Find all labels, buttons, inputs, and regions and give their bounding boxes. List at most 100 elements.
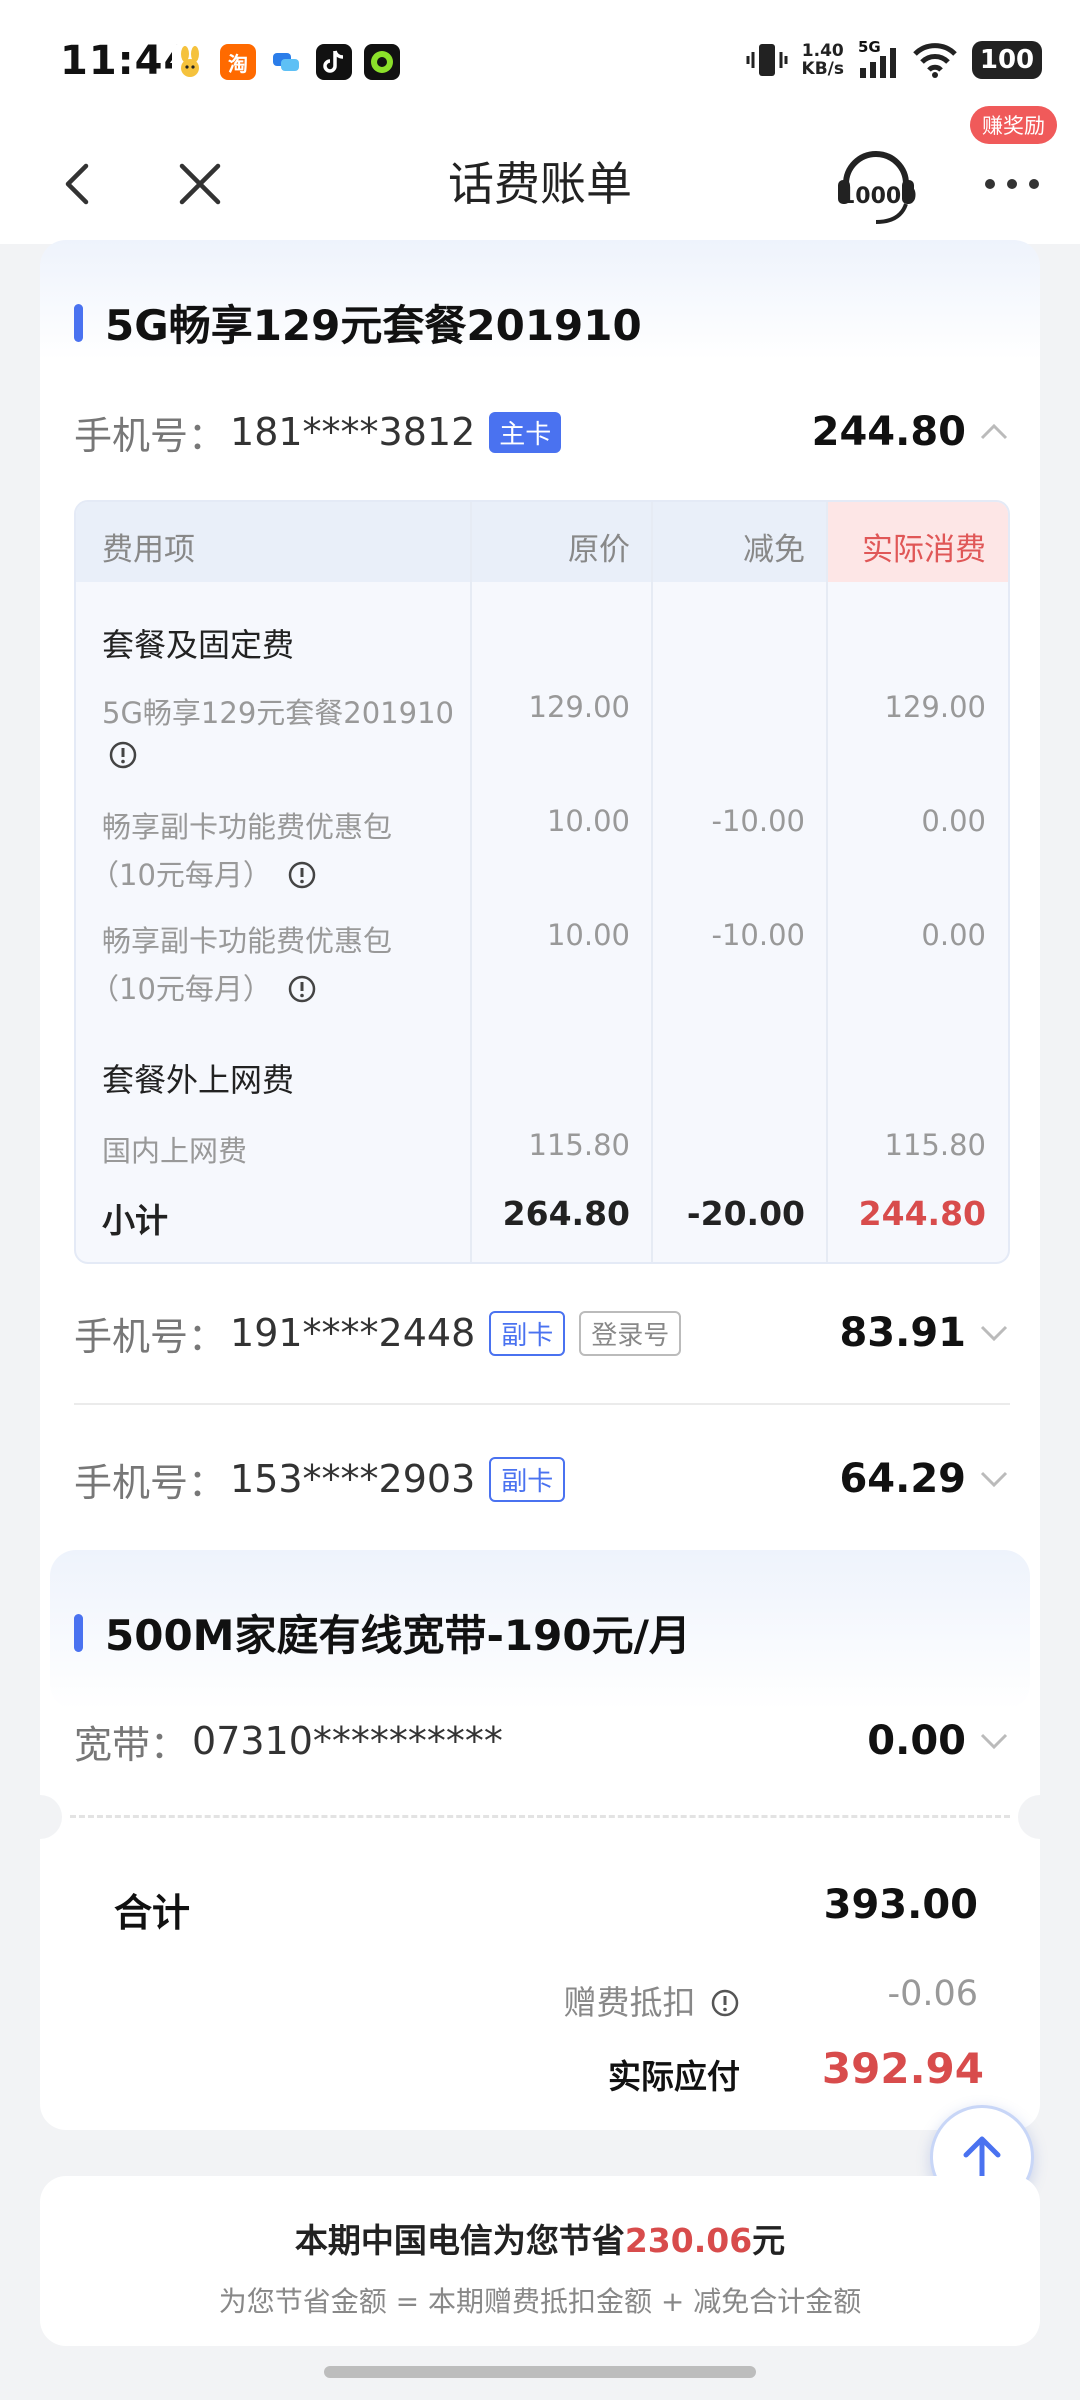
taobao-app-icon: 淘 [220, 44, 256, 80]
fee-name-line2: （10元每月） [90, 972, 272, 1006]
fee-actual: 129.00 [884, 690, 986, 724]
fee-name: 国内上网费 [102, 1134, 248, 1168]
nav-bar: 话费账单 10000 赚奖励 [0, 106, 1080, 244]
broadband-section-header: 500M家庭有线宽带-190元/月 [74, 1602, 691, 1663]
savings-suffix: 元 [752, 2221, 786, 2260]
group-label-package: 套餐及固定费 [102, 626, 295, 664]
page-title: 话费账单 [448, 157, 632, 211]
total-label: 合计 [114, 1891, 191, 1935]
broadband-account: 07310********** [192, 1719, 503, 1763]
subtotal-original: 264.80 [502, 1194, 630, 1233]
phone-amount: 83.91 [839, 1310, 966, 1356]
rabbit-app-icon [172, 44, 208, 80]
speed-value: 1.40 [801, 41, 844, 61]
fee-name: 畅享副卡功能费优惠包 [102, 810, 393, 844]
logo-number: 10000 [840, 184, 917, 209]
plan-title: 5G畅享129元套餐201910 [105, 301, 642, 350]
green-app-icon [364, 44, 400, 80]
plan-section-header: 5G畅享129元套餐201910 [74, 292, 642, 353]
phone-label: 手机号： [74, 1460, 227, 1505]
status-bar: 11:44 淘 1.40 KB/s 5G 100 [0, 0, 1080, 124]
broadband-label: 宽带： [74, 1722, 189, 1767]
ticket-notch [18, 1795, 62, 1839]
total-value: 393.00 [823, 1882, 978, 1928]
fee-name: 畅享副卡功能费优惠包 [102, 924, 393, 958]
home-indicator[interactable] [324, 2366, 756, 2378]
sub-phone-row[interactable]: 手机号： 153****2903 副卡 64.29 [74, 1444, 1010, 1514]
section-accent-bar [74, 303, 83, 342]
fee-original: 115.80 [528, 1128, 630, 1162]
group-label-internet: 套餐外上网费 [102, 1061, 295, 1099]
info-icon[interactable] [108, 740, 138, 770]
speed-unit: KB/s [801, 59, 844, 79]
ticket-notch [1018, 1795, 1062, 1839]
fee-name-line2: （10元每月） [90, 858, 272, 892]
chat-app-icon [268, 44, 304, 80]
gift-deduction-label: 赠费抵扣 [564, 1976, 741, 2024]
subtotal-label: 小计 [102, 1201, 168, 1240]
phone-label: 手机号： [74, 413, 227, 458]
amount-due-value: 392.94 [821, 2044, 984, 2093]
subtotal-actual: 244.80 [858, 1194, 986, 1233]
fee-original: 10.00 [546, 804, 630, 838]
status-right: 1.40 KB/s 5G 100 [746, 38, 1042, 80]
header-discount: 减免 [743, 532, 805, 568]
column-divider [651, 502, 653, 1262]
broadband-title: 500M家庭有线宽带-190元/月 [105, 1611, 691, 1660]
phone-number: 153****2903 [230, 1457, 476, 1501]
chevron-up-icon[interactable] [978, 416, 1010, 448]
more-dots-icon [985, 179, 1039, 189]
fee-discount: -10.00 [711, 804, 806, 838]
savings-prefix: 本期中国电信为您节省 [294, 2221, 625, 2260]
fee-name-sub: （10元每月） [90, 852, 317, 894]
header-fee-item: 费用项 [102, 532, 195, 568]
phone-label: 手机号： [74, 1314, 227, 1359]
subtotal-discount: -20.00 [686, 1194, 805, 1233]
header-actual: 实际消费 [862, 532, 986, 568]
fee-discount: -10.00 [711, 918, 806, 952]
savings-summary: 本期中国电信为您节省230.06元 [40, 2214, 1040, 2262]
savings-card: 本期中国电信为您节省230.06元 为您节省金额 = 本期赠费抵扣金额 + 减免… [40, 2176, 1040, 2346]
section-accent-bar [74, 1613, 83, 1652]
chevron-down-icon[interactable] [978, 1725, 1010, 1757]
broadband-amount: 0.00 [867, 1718, 966, 1764]
sub-phone-row[interactable]: 手机号： 191****2448 副卡 登录号 83.91 [74, 1298, 1010, 1368]
header-original: 原价 [568, 532, 630, 568]
phone-amount: 244.80 [811, 409, 966, 455]
main-phone-row[interactable]: 手机号： 181****3812 主卡 244.80 [74, 397, 1010, 467]
chevron-down-icon[interactable] [978, 1463, 1010, 1495]
phone-number: 191****2448 [230, 1311, 476, 1355]
main-card-tag: 主卡 [489, 411, 562, 453]
telecom-10000-logo-button[interactable]: 10000 [836, 140, 917, 230]
savings-note: 为您节省金额 = 本期赠费抵扣金额 + 减免合计金额 [218, 2285, 862, 2318]
info-icon[interactable] [287, 974, 317, 1004]
tiktok-app-icon [316, 44, 352, 80]
signal-icon [860, 48, 896, 78]
phone-amount: 64.29 [839, 1456, 966, 1502]
sub-card-tag: 副卡 [489, 1310, 566, 1356]
battery-indicator: 100 [972, 41, 1042, 79]
wifi-icon [913, 43, 957, 78]
fee-name: 5G畅享129元套餐201910 [102, 696, 454, 730]
sub-card-tag: 副卡 [489, 1456, 566, 1502]
fee-original: 129.00 [528, 690, 630, 724]
dashed-divider [70, 1815, 1010, 1818]
more-button[interactable] [980, 154, 1044, 214]
info-icon[interactable] [287, 860, 317, 890]
vibrate-icon [746, 44, 788, 76]
notification-icons: 淘 [172, 44, 400, 80]
reward-badge[interactable]: 赚奖励 [970, 106, 1057, 144]
info-icon[interactable] [710, 1988, 740, 2018]
amount-due-label: 实际应付 [608, 2057, 740, 2096]
fee-actual: 115.80 [884, 1128, 986, 1162]
login-number-tag: 登录号 [579, 1310, 682, 1356]
gift-deduction-value: -0.06 [887, 1974, 978, 2014]
phone-number: 181****3812 [230, 410, 476, 454]
fee-actual: 0.00 [921, 804, 986, 838]
chevron-down-icon[interactable] [978, 1317, 1010, 1349]
fee-table: 费用项 原价 减免 实际消费 套餐及固定费 5G畅享129元套餐201910 1… [74, 500, 1010, 1264]
row-divider [74, 1403, 1010, 1405]
gift-label-text: 赠费抵扣 [563, 1983, 696, 2022]
broadband-row[interactable]: 宽带： 07310********** 0.00 [74, 1706, 1010, 1776]
fee-original: 10.00 [546, 918, 630, 952]
